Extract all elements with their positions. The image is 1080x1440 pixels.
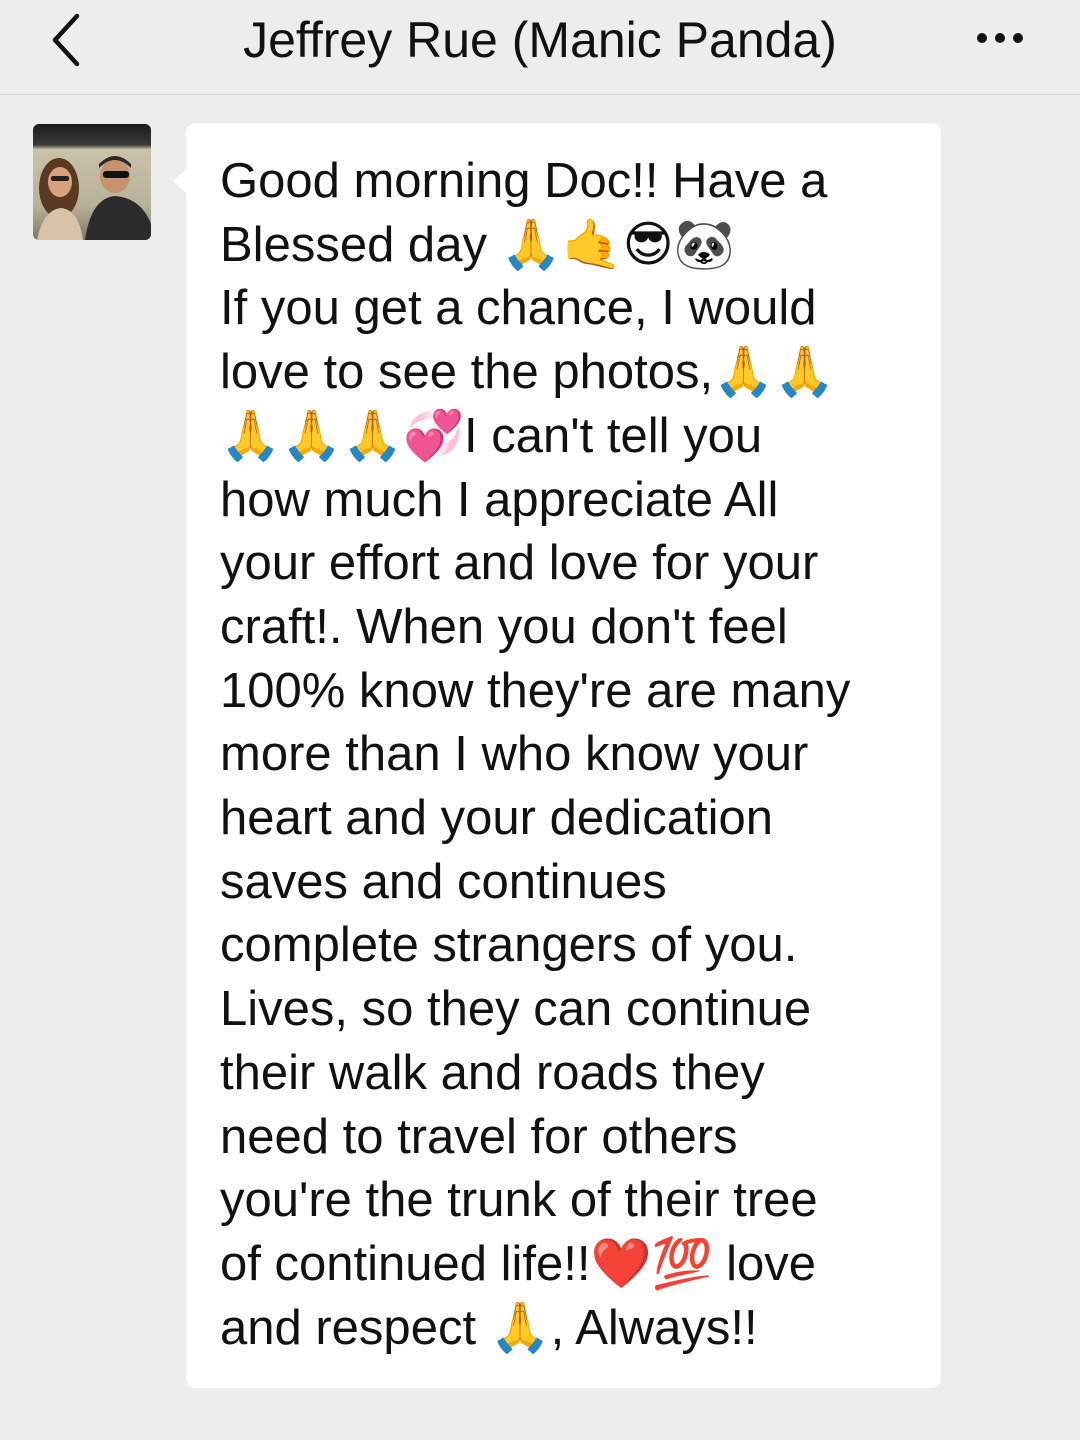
bubble-tail [173,168,187,194]
chat-title: Jeffrey Rue (Manic Panda) [243,12,837,68]
more-button[interactable] [960,18,1040,58]
navigation-bar: Jeffrey Rue (Manic Panda) [0,0,1080,95]
sender-avatar[interactable] [33,124,151,240]
more-dots-icon [973,33,1027,43]
back-button[interactable] [30,0,100,80]
message-text: Good morning Doc!! Have a Blessed day 🙏🤙… [220,154,851,1355]
chevron-left-icon [52,13,80,67]
